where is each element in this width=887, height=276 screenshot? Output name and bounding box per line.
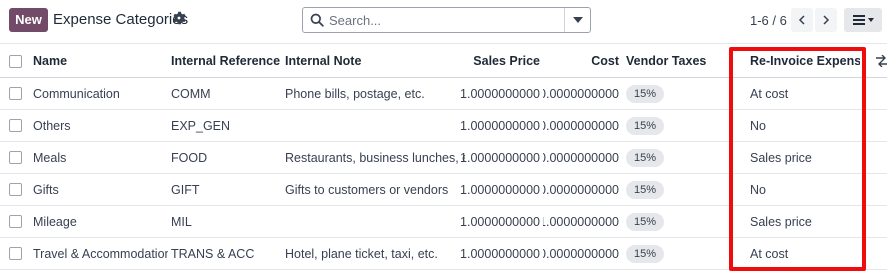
row-checkbox[interactable] — [9, 247, 22, 260]
cell-cost: 0.0000000000 — [543, 182, 619, 197]
tax-badge: 15% — [626, 180, 665, 199]
pager-next-button[interactable] — [815, 8, 837, 32]
table-row[interactable]: Communication COMM Phone bills, postage,… — [0, 78, 887, 110]
table-row[interactable]: Others EXP_GEN 1.0000000000 0.0000000000… — [0, 110, 887, 142]
cell-internal-reference: MIL — [171, 214, 192, 229]
tax-badge: 15% — [626, 244, 665, 263]
list-view-icon — [853, 15, 874, 25]
table-row[interactable]: Meals FOOD Restaurants, business lunches… — [0, 142, 887, 174]
cell-internal-reference: TRANS & ACC — [171, 246, 255, 261]
search-input[interactable] — [329, 11, 559, 29]
new-button[interactable]: New — [9, 8, 48, 32]
column-header-cost[interactable]: Cost — [543, 45, 619, 77]
cell-internal-reference: EXP_GEN — [171, 118, 231, 133]
cell-sales-price: 1.0000000000 — [460, 182, 540, 197]
cell-internal-note: Phone bills, postage, etc. — [285, 86, 425, 101]
row-checkbox[interactable] — [9, 87, 22, 100]
search-options-toggle[interactable] — [564, 8, 590, 32]
cell-internal-note: Hotel, plane ticket, taxi, etc. — [285, 246, 438, 261]
column-header-vendor-taxes[interactable]: Vendor Taxes — [626, 45, 726, 77]
chevron-left-icon — [798, 15, 805, 25]
cell-internal-note — [285, 206, 465, 237]
gear-icon[interactable] — [172, 11, 186, 25]
table-row[interactable]: Travel & Accommodation TRANS & ACC Hotel… — [0, 238, 887, 270]
search-bar[interactable] — [302, 7, 591, 33]
cell-sales-price: 1.0000000000 — [460, 86, 540, 101]
cell-sales-price: 1.0000000000 — [460, 150, 540, 165]
tax-badge: 15% — [626, 212, 665, 231]
cell-name: Gifts — [33, 182, 59, 197]
select-all-checkbox[interactable] — [9, 55, 22, 68]
tax-badge: 15% — [626, 116, 665, 135]
column-header-reinvoice-expenses[interactable]: Re-Invoice Expenses — [750, 45, 860, 77]
cell-internal-reference: COMM — [171, 86, 211, 101]
cell-name: Travel & Accommodation — [33, 246, 168, 261]
cell-internal-note — [285, 110, 465, 141]
cell-cost: 0.0000000000 — [543, 150, 619, 165]
row-checkbox[interactable] — [9, 215, 22, 228]
list-view-button[interactable] — [844, 8, 882, 32]
cell-vendor-taxes: 15% — [626, 78, 726, 109]
cell-cost: 0.0000000000 — [543, 118, 619, 133]
cell-internal-reference: GIFT — [171, 182, 200, 197]
cell-name: Meals — [33, 150, 67, 165]
cell-vendor-taxes: 15% — [626, 110, 726, 141]
cell-sales-price: 1.0000000000 — [460, 118, 540, 133]
chevron-right-icon — [823, 15, 830, 25]
cell-reinvoice-expenses: No — [750, 182, 766, 197]
page-title: Expense Categories — [53, 11, 189, 28]
tax-badge: 15% — [626, 148, 665, 167]
table-row[interactable]: Gifts GIFT Gifts to customers or vendors… — [0, 174, 887, 206]
cell-reinvoice-expenses: At cost — [750, 86, 789, 101]
cell-internal-note: Restaurants, business lunches, etc. — [285, 150, 465, 165]
optional-columns-icon[interactable] — [876, 55, 887, 67]
cell-vendor-taxes: 15% — [626, 206, 726, 237]
cell-sales-price: 1.0000000000 — [460, 214, 540, 229]
pager-value[interactable]: 1-6 / 6 — [750, 13, 787, 28]
column-header-name[interactable]: Name — [33, 45, 168, 77]
cell-cost: 0.0000000000 — [543, 86, 619, 101]
caret-down-icon — [573, 17, 583, 23]
cell-sales-price: 1.0000000000 — [460, 246, 540, 261]
pager-previous-button[interactable] — [791, 8, 813, 32]
cell-internal-reference: FOOD — [171, 150, 208, 165]
row-checkbox[interactable] — [9, 183, 22, 196]
cell-internal-note: Gifts to customers or vendors — [285, 182, 449, 197]
cell-cost: 1.0000000000 — [543, 214, 619, 229]
cell-cost: 0.0000000000 — [543, 246, 619, 261]
cell-name: Communication — [33, 86, 120, 101]
column-header-internal-note[interactable]: Internal Note — [285, 45, 465, 77]
column-header-internal-reference[interactable]: Internal Reference — [171, 45, 281, 77]
cell-vendor-taxes: 15% — [626, 238, 726, 269]
cell-reinvoice-expenses: Sales price — [750, 214, 812, 229]
table-row[interactable]: Mileage MIL 1.0000000000 1.0000000000 15… — [0, 206, 887, 238]
cell-vendor-taxes: 15% — [626, 174, 726, 205]
table-header: Name Internal Reference Internal Note Sa… — [0, 45, 887, 78]
cell-reinvoice-expenses: Sales price — [750, 150, 812, 165]
row-checkbox[interactable] — [9, 151, 22, 164]
cell-name: Others — [33, 118, 71, 133]
cell-vendor-taxes: 15% — [626, 142, 726, 173]
column-header-sales-price[interactable]: Sales Price — [460, 45, 540, 77]
cell-reinvoice-expenses: No — [750, 118, 766, 133]
search-icon — [310, 13, 324, 27]
control-panel: New Expense Categories 1-6 / 6 — [0, 0, 887, 44]
cell-reinvoice-expenses: At cost — [750, 246, 789, 261]
cell-name: Mileage — [33, 214, 77, 229]
tax-badge: 15% — [626, 84, 665, 103]
row-checkbox[interactable] — [9, 119, 22, 132]
